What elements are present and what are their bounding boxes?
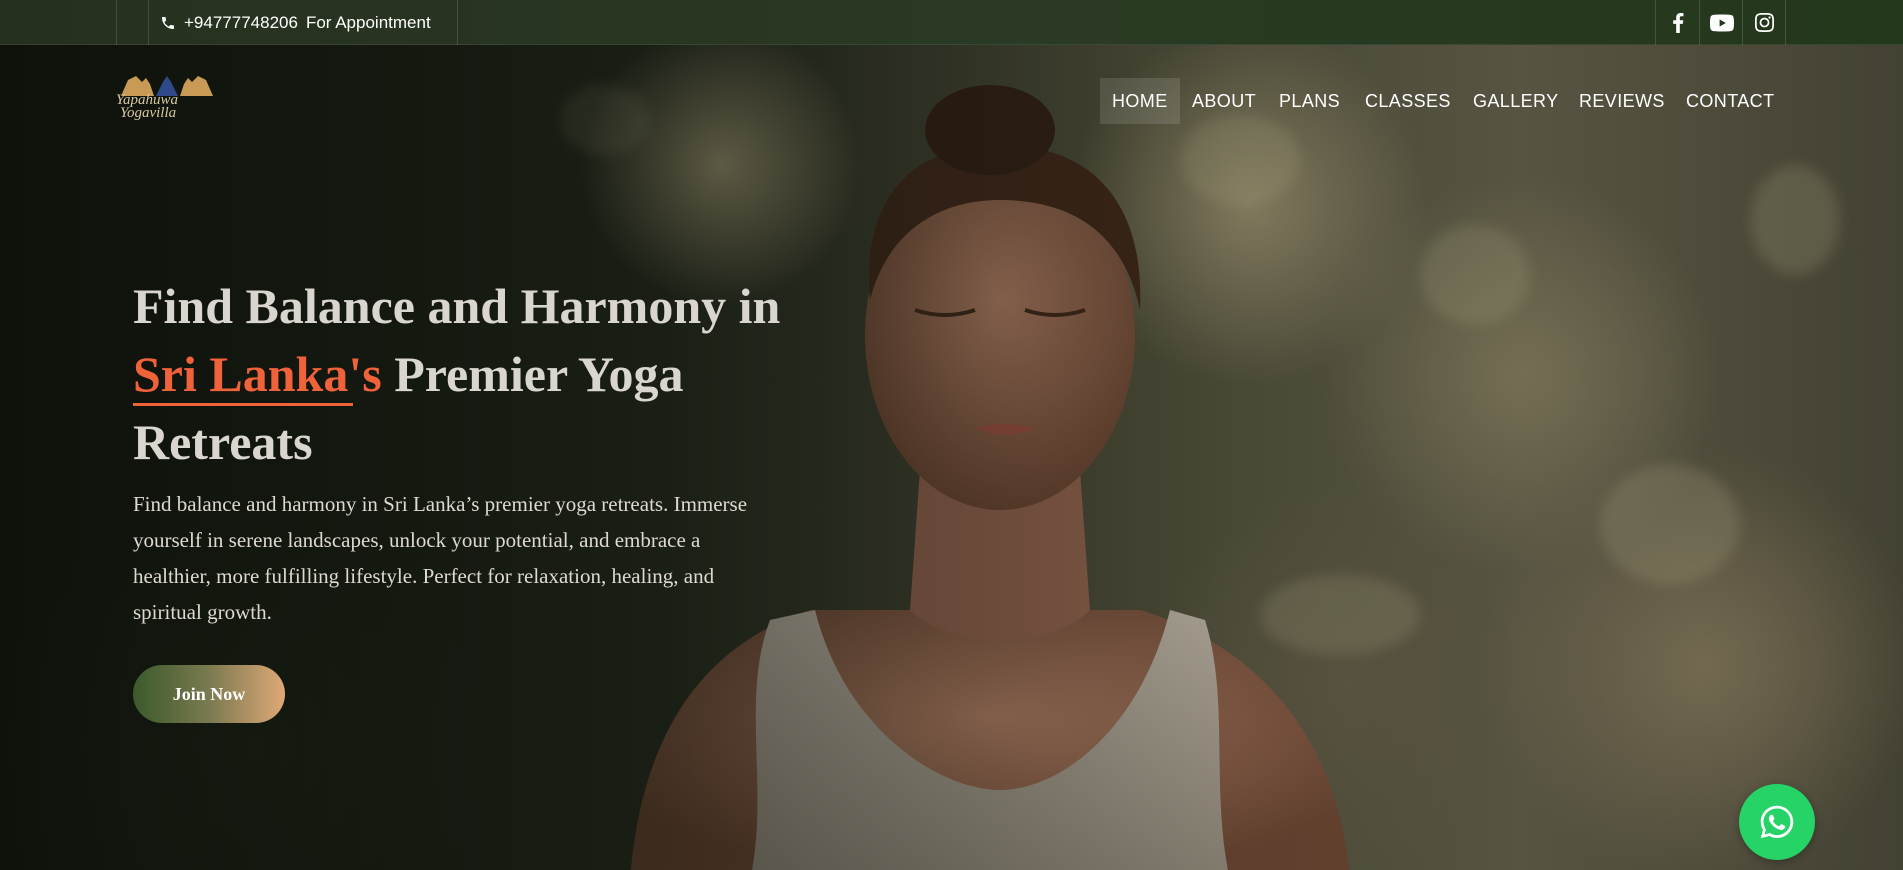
appointment-label: For Appointment xyxy=(305,12,431,32)
logo-line-2: Yogavilla xyxy=(120,105,177,121)
nav-contact[interactable]: CONTACT xyxy=(1686,78,1774,124)
topbar-divider xyxy=(1785,0,1786,45)
whatsapp-icon xyxy=(1760,805,1794,839)
nav-classes[interactable]: CLASSES xyxy=(1365,78,1451,124)
nav-plans[interactable]: PLANS xyxy=(1279,78,1340,124)
facebook-link[interactable] xyxy=(1656,0,1699,45)
top-bar: +94777748206 For Appointment xyxy=(0,0,1903,45)
hero-title-part-1: Find Balance and Harmony in xyxy=(133,278,781,334)
nav-gallery[interactable]: GALLERY xyxy=(1473,78,1559,124)
nav-reviews[interactable]: REVIEWS xyxy=(1579,78,1665,124)
hero-description: Find balance and harmony in Sri Lanka’s … xyxy=(133,492,748,624)
phone-number[interactable]: +94777748206 xyxy=(184,13,298,33)
hero-title-part-3: Retreats xyxy=(133,414,313,470)
facebook-icon xyxy=(1672,12,1683,33)
topbar-divider xyxy=(457,0,458,45)
hero-title-accent: Sri Lanka's xyxy=(133,346,382,402)
site-logo[interactable]: Yapahuwa Yogavilla xyxy=(116,72,218,128)
join-now-button[interactable]: Join Now xyxy=(133,665,285,723)
hero-title-part-2: Premier Yoga xyxy=(394,346,684,402)
youtube-icon xyxy=(1709,14,1734,31)
logo-text: Yapahuwa Yogavilla xyxy=(116,93,218,121)
instagram-icon xyxy=(1755,13,1774,32)
topbar-divider xyxy=(148,0,149,45)
nav-about[interactable]: ABOUT xyxy=(1192,78,1256,124)
phone-icon xyxy=(162,16,174,29)
appointment-contact[interactable]: +94777748206 For Appointment xyxy=(160,0,431,45)
hero-title: Find Balance and Harmony in Sri Lanka's … xyxy=(133,272,893,476)
youtube-link[interactable] xyxy=(1700,0,1743,45)
nav-home[interactable]: HOME xyxy=(1100,78,1180,124)
topbar-divider xyxy=(116,0,117,45)
whatsapp-button[interactable] xyxy=(1739,784,1815,860)
instagram-link[interactable] xyxy=(1743,0,1786,45)
